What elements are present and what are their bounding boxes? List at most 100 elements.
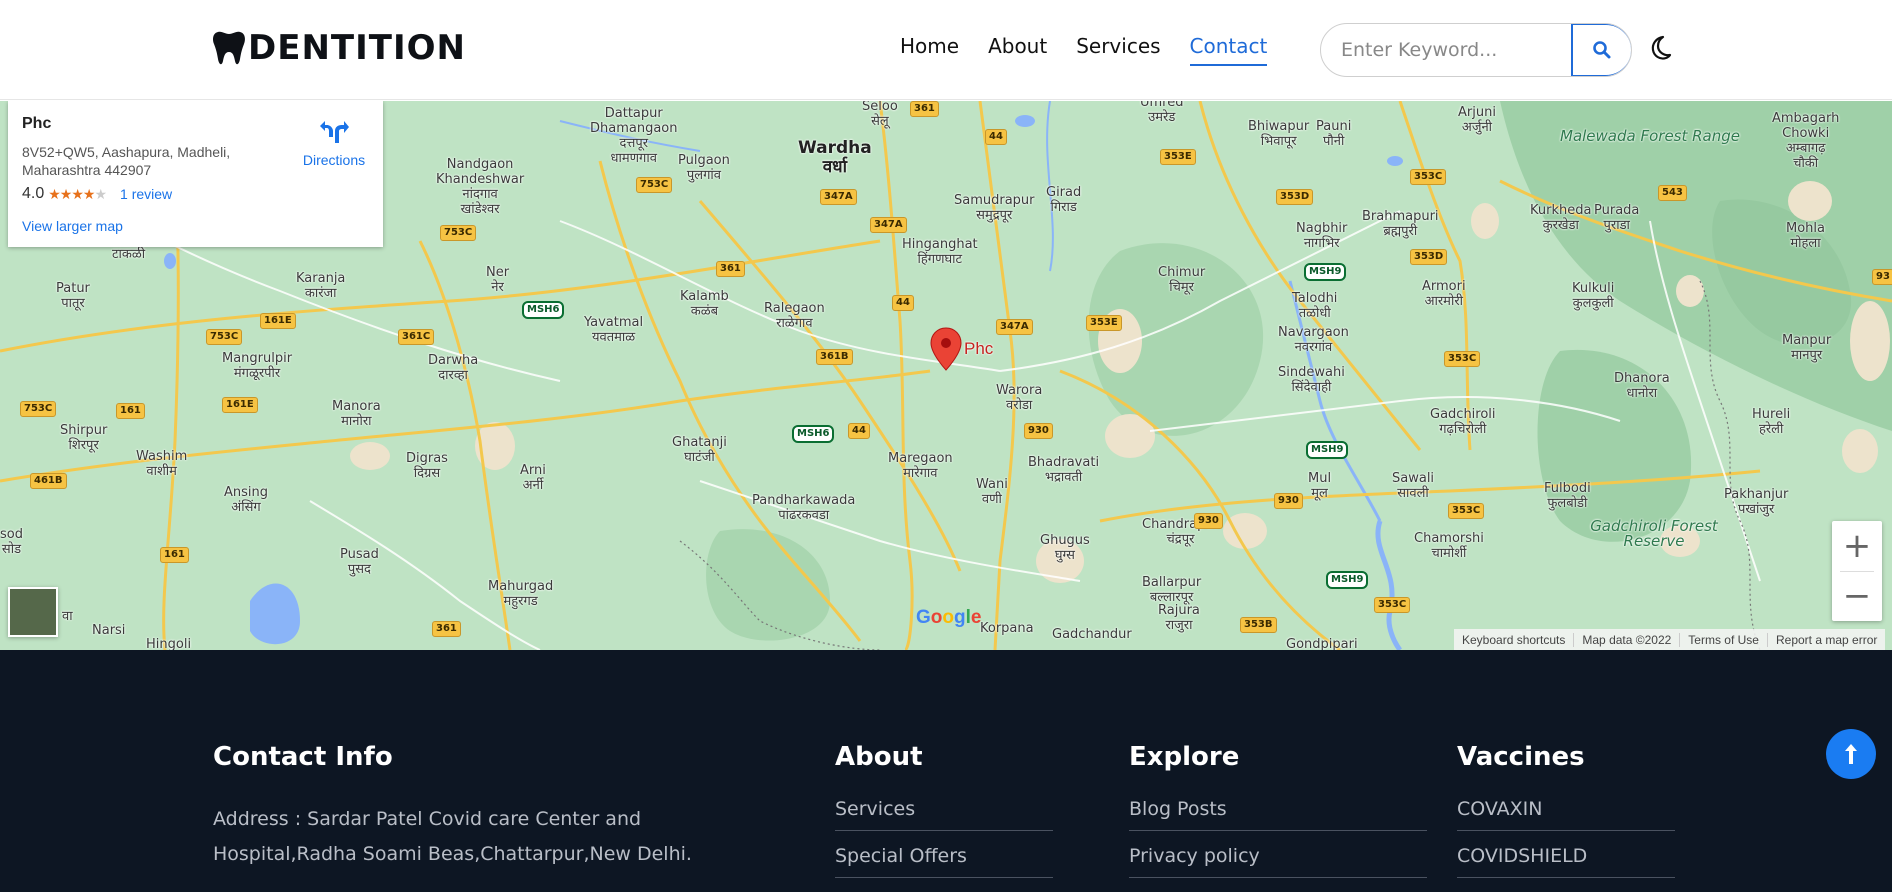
footer-vaccines: Vaccines COVAXIN COVIDSHIELD [1457,742,1675,892]
place-label: Wardha वर्धा [798,138,872,177]
place-label: Samudrapur समुद्रपूर [954,193,1035,223]
place-label: Pusad पुसद [340,547,379,577]
place-label: Narsi [92,623,126,638]
place-label: Ansing अंसिंग [224,485,269,515]
nav-about[interactable]: About [988,34,1047,66]
highway-shield: 161 [160,547,189,563]
nav-home[interactable]: Home [900,34,959,66]
embedded-map[interactable]: Wardha वर्धा Dattapur Dhamangaon दत्तपूर धाम… [0,101,1892,650]
place-address: 8V52+QW5, Aashapura, Madheli, Maharashtr… [22,144,231,178]
place-label: sod सोड [0,527,23,557]
place-label: Arjuni अर्जुनी [1458,105,1496,135]
place-label: Kulkuli कुलकुली [1572,281,1615,311]
place-label: Brahmapuri ब्रह्मपुरी [1362,209,1439,239]
highway-shield: 753C [206,329,243,345]
highway-shield: 353D [1410,249,1448,265]
keyboard-shortcuts-link[interactable]: Keyboard shortcuts [1454,632,1575,647]
place-label: Girad गिराड [1046,185,1082,215]
footer-contact-title: Contact Info [213,742,393,772]
footer-link-blog-posts[interactable]: Blog Posts [1129,798,1427,831]
highway-shield: 361 [910,101,939,117]
footer-link-covidshield[interactable]: COVIDSHIELD [1457,845,1675,878]
place-label: Armori आरमोरी [1422,279,1466,309]
place-label: Pauni पौनी [1316,119,1352,149]
place-label: Seloo सेलू [862,101,898,129]
scroll-to-top-button[interactable] [1826,729,1876,779]
nav-contact[interactable]: Contact [1189,34,1268,66]
highway-shield: 353E [1160,149,1196,165]
terms-link[interactable]: Terms of Use [1680,632,1768,647]
place-label: Ner नेर [486,265,510,295]
forest-label: Malewada Forest Range [1560,127,1741,145]
map-data-text: Map data ©2022 [1574,632,1681,647]
rating-value: 4.0 [22,185,45,202]
directions-label: Directions [302,152,366,168]
place-label: Gondpipari [1286,637,1358,650]
google-logo: Google [916,607,982,628]
highway-shield: 347A [870,217,907,233]
footer-about: About Services Special Offers [835,742,1053,892]
highway-shield: 44 [892,295,914,311]
place-label: Chamorshi चामोर्शी [1414,531,1484,561]
satellite-toggle[interactable] [8,587,58,637]
place-label: Mahurgad महुरगड [488,579,554,609]
footer-link-privacy-policy[interactable]: Privacy policy [1129,845,1427,878]
forest-label: Gadchiroli Forest Reserve [1590,517,1718,550]
highway-shield: MSH6 [792,425,835,443]
zoom-controls: + − [1832,521,1882,621]
dark-mode-toggle-icon[interactable] [1644,33,1674,63]
nav-services[interactable]: Services [1076,34,1160,66]
place-label: Ralegaon राळेगाव [764,301,825,331]
highway-shield: 361 [716,261,745,277]
place-label: Patur पातूर [56,281,90,311]
view-larger-map-link[interactable]: View larger map [22,218,123,234]
highway-shield: 930 [1024,423,1053,439]
footer-link-special-offers[interactable]: Special Offers [835,845,1053,878]
directions-button[interactable]: Directions [294,115,374,168]
place-label: Arni अर्नी [520,463,546,493]
place-label: टाकळी [112,247,146,262]
place-label: Pandharkawada पांढरकवडा [752,493,856,523]
highway-shield: 161E [260,313,296,329]
pin-label: Phc [964,339,994,358]
place-label: Washim वाशीम [136,449,188,479]
place-label: Umred उमरेड [1140,101,1184,125]
footer-link-services[interactable]: Services [835,798,1053,831]
report-error-link[interactable]: Report a map error [1768,633,1885,647]
star-rating-icon: ★★★★★ [48,185,107,202]
highway-shield: 161E [222,397,258,413]
place-label: Maregaon मारेगाव [888,451,953,481]
site-header: DENTITION Home About Services Contact [0,0,1892,100]
highway-shield: 347A [820,189,857,205]
main-nav: Home About Services Contact [900,34,1296,66]
footer-link-covaxin[interactable]: COVAXIN [1457,798,1675,831]
highway-shield: 353C [1448,503,1485,519]
place-label: Pakhanjur पखांजुर [1724,487,1789,517]
place-label: Purada पुराडा [1594,203,1640,233]
location-pin-icon[interactable] [928,326,964,372]
highway-shield: 753C [20,401,57,417]
place-label: Wani वणी [976,477,1008,507]
search-input[interactable] [1321,24,1571,76]
place-label: Rajura राजुरा [1158,603,1200,633]
highway-shield: 353C [1410,169,1447,185]
place-label: Manpur मानपुर [1782,333,1832,363]
search-icon [1593,41,1611,59]
logo[interactable]: DENTITION [212,28,466,68]
place-label: Nandgaon Khandeshwar नांदगाव खांडेश्वर [436,157,525,217]
reviews-link[interactable]: 1 review [120,186,172,202]
place-label: Gadchandur [1052,627,1132,642]
highway-shield: 44 [985,129,1007,145]
highway-shield: 353B [1240,617,1277,633]
tooth-icon [213,31,245,65]
footer-explore-title: Explore [1129,742,1240,772]
highway-shield: MSH9 [1326,571,1369,589]
highway-shield: 930 [1274,493,1303,509]
place-title: Phc [22,115,52,132]
highway-shield: 44 [848,423,870,439]
place-info-card: Phc 8V52+QW5, Aashapura, Madheli, Mahara… [8,101,383,247]
search-button[interactable] [1571,24,1631,76]
zoom-out-button[interactable]: − [1832,571,1882,621]
zoom-in-button[interactable]: + [1832,521,1882,571]
place-label: Bhiwapur भिवापूर [1248,119,1310,149]
